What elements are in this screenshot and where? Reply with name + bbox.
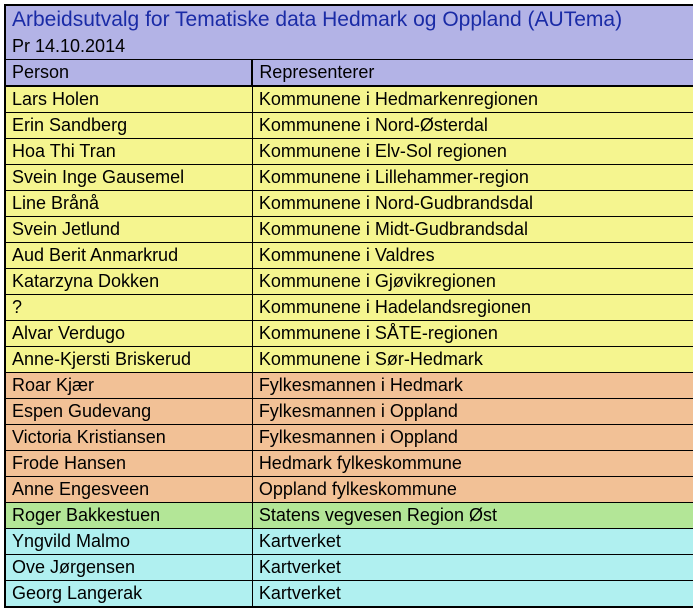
represents-cell: Kommunene i Sør-Hedmark — [252, 347, 693, 373]
table-row: Roar KjærFylkesmannen i Hedmark — [5, 373, 693, 399]
table-row: Svein JetlundKommunene i Midt-Gudbrandsd… — [5, 217, 693, 243]
represents-cell: Kartverket — [252, 555, 693, 581]
person-cell: Frode Hansen — [5, 451, 252, 477]
person-cell: Anne Engesveen — [5, 477, 252, 503]
table-row: Espen GudevangFylkesmannen i Oppland — [5, 399, 693, 425]
person-cell: Lars Holen — [5, 86, 252, 113]
represents-cell: Oppland fylkeskommune — [252, 477, 693, 503]
represents-cell: Kommunene i Midt-Gudbrandsdal — [252, 217, 693, 243]
table-row: Ove JørgensenKartverket — [5, 555, 693, 581]
table-row: Alvar VerdugoKommunene i SÅTE-regionen — [5, 321, 693, 347]
table-row: Georg LangerakKartverket — [5, 581, 693, 608]
table-row: Line BrånåKommunene i Nord-Gudbrandsdal — [5, 191, 693, 217]
header-represents: Representerer — [252, 60, 693, 87]
represents-cell: Fylkesmannen i Hedmark — [252, 373, 693, 399]
table-row: Anne EngesveenOppland fylkeskommune — [5, 477, 693, 503]
person-cell: Roar Kjær — [5, 373, 252, 399]
person-cell: Victoria Kristiansen — [5, 425, 252, 451]
header-person: Person — [5, 60, 252, 87]
represents-cell: Kommunene i Gjøvikregionen — [252, 269, 693, 295]
person-cell: Katarzyna Dokken — [5, 269, 252, 295]
person-cell: Anne-Kjersti Briskerud — [5, 347, 252, 373]
person-cell: ? — [5, 295, 252, 321]
represents-cell: Fylkesmannen i Oppland — [252, 425, 693, 451]
table-row: Erin SandbergKommunene i Nord-Østerdal — [5, 113, 693, 139]
represents-cell: Kommunene i Nord-Østerdal — [252, 113, 693, 139]
table-row: Aud Berit AnmarkrudKommunene i Valdres — [5, 243, 693, 269]
table-row: Roger BakkestuenStatens vegvesen Region … — [5, 503, 693, 529]
table-row: Frode HansenHedmark fylkeskommune — [5, 451, 693, 477]
represents-cell: Kartverket — [252, 529, 693, 555]
represents-cell: Kartverket — [252, 581, 693, 608]
title-row: Arbeidsutvalg for Tematiske data Hedmark… — [5, 5, 693, 34]
person-cell: Svein Jetlund — [5, 217, 252, 243]
person-cell: Aud Berit Anmarkrud — [5, 243, 252, 269]
represents-cell: Kommunene i Lillehammer-region — [252, 165, 693, 191]
represents-cell: Kommunene i SÅTE-regionen — [252, 321, 693, 347]
person-cell: Yngvild Malmo — [5, 529, 252, 555]
represents-cell: Hedmark fylkeskommune — [252, 451, 693, 477]
person-cell: Espen Gudevang — [5, 399, 252, 425]
represents-cell: Statens vegvesen Region Øst — [252, 503, 693, 529]
person-cell: Ove Jørgensen — [5, 555, 252, 581]
table-row: Victoria KristiansenFylkesmannen i Oppla… — [5, 425, 693, 451]
table-row: Katarzyna DokkenKommunene i Gjøvikregion… — [5, 269, 693, 295]
represents-cell: Kommunene i Hedmarkenregionen — [252, 86, 693, 113]
date-row: Pr 14.10.2014 — [5, 34, 693, 60]
table-row: Hoa Thi TranKommunene i Elv-Sol regionen — [5, 139, 693, 165]
table-row: Yngvild MalmoKartverket — [5, 529, 693, 555]
person-cell: Hoa Thi Tran — [5, 139, 252, 165]
represents-cell: Kommunene i Nord-Gudbrandsdal — [252, 191, 693, 217]
represents-cell: Kommunene i Valdres — [252, 243, 693, 269]
table-row: ?Kommunene i Hadelandsregionen — [5, 295, 693, 321]
table-row: Lars HolenKommunene i Hedmarkenregionen — [5, 86, 693, 113]
person-cell: Georg Langerak — [5, 581, 252, 608]
person-cell: Alvar Verdugo — [5, 321, 252, 347]
table-row: Svein Inge GausemelKommunene i Lillehamm… — [5, 165, 693, 191]
person-cell: Svein Inge Gausemel — [5, 165, 252, 191]
person-cell: Roger Bakkestuen — [5, 503, 252, 529]
person-cell: Line Brånå — [5, 191, 252, 217]
committee-table: Arbeidsutvalg for Tematiske data Hedmark… — [4, 4, 693, 608]
represents-cell: Kommunene i Elv-Sol regionen — [252, 139, 693, 165]
person-cell: Erin Sandberg — [5, 113, 252, 139]
table-date: Pr 14.10.2014 — [5, 34, 693, 60]
represents-cell: Kommunene i Hadelandsregionen — [252, 295, 693, 321]
table-row: Anne-Kjersti BriskerudKommunene i Sør-He… — [5, 347, 693, 373]
header-row: Person Representerer — [5, 60, 693, 87]
table-title: Arbeidsutvalg for Tematiske data Hedmark… — [5, 5, 693, 34]
represents-cell: Fylkesmannen i Oppland — [252, 399, 693, 425]
